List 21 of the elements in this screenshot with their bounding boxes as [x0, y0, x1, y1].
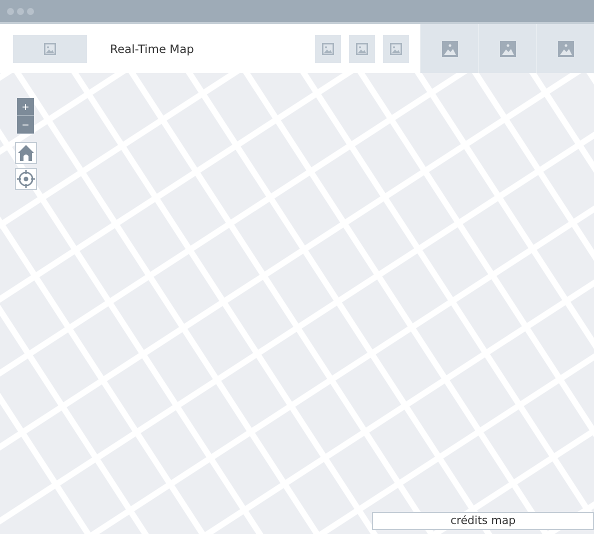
image-icon	[558, 40, 574, 56]
image-icon	[390, 42, 402, 54]
image-icon	[322, 42, 334, 54]
image-button[interactable]	[383, 34, 409, 62]
crosshair-icon	[16, 169, 36, 189]
locate-button[interactable]	[15, 168, 37, 190]
image-tab[interactable]	[420, 24, 478, 73]
image-icon	[356, 42, 368, 54]
credits-text: crédits map	[372, 512, 594, 530]
image-button[interactable]	[315, 34, 341, 62]
home-icon	[16, 143, 36, 163]
zoom-in-button[interactable]: +	[17, 98, 34, 116]
home-button[interactable]	[15, 142, 37, 164]
image-icon	[442, 40, 458, 56]
image-tab[interactable]	[536, 24, 594, 73]
image-tab[interactable]	[478, 24, 536, 73]
image-icon	[500, 40, 516, 56]
image-icon	[44, 42, 56, 54]
app-title: Real-Time Map	[110, 42, 194, 56]
zoom-out-button[interactable]: −	[17, 116, 34, 134]
image-button[interactable]	[349, 34, 375, 62]
